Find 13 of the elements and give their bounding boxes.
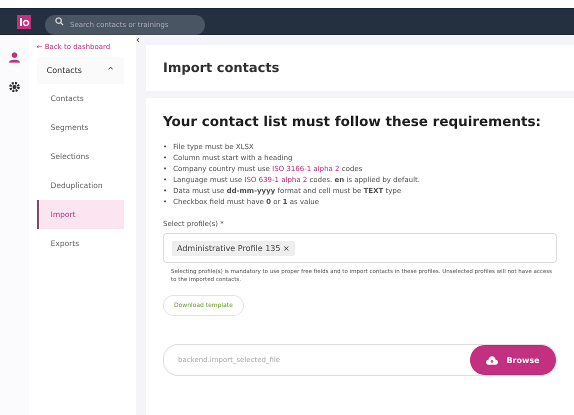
collapse-button[interactable]: ‹ <box>136 35 140 46</box>
profile-select[interactable]: Administrative Profile 135 × <box>163 233 557 263</box>
settings-icon[interactable] <box>8 81 21 93</box>
search-icon <box>55 17 64 26</box>
upload-cloud-icon <box>486 356 498 364</box>
requirements-title: Your contact list must follow these requirements: <box>163 114 542 130</box>
people-icon[interactable] <box>8 51 21 63</box>
logo-icon[interactable] <box>17 14 31 28</box>
page-title: Import contacts <box>163 60 280 76</box>
browse-button[interactable]: Browse <box>470 345 556 375</box>
sidebar-group[interactable]: Contacts ^ <box>36 57 124 84</box>
remove-button[interactable]: × <box>283 244 290 252</box>
profile-tag: Administrative Profile 135 × <box>172 240 295 256</box>
